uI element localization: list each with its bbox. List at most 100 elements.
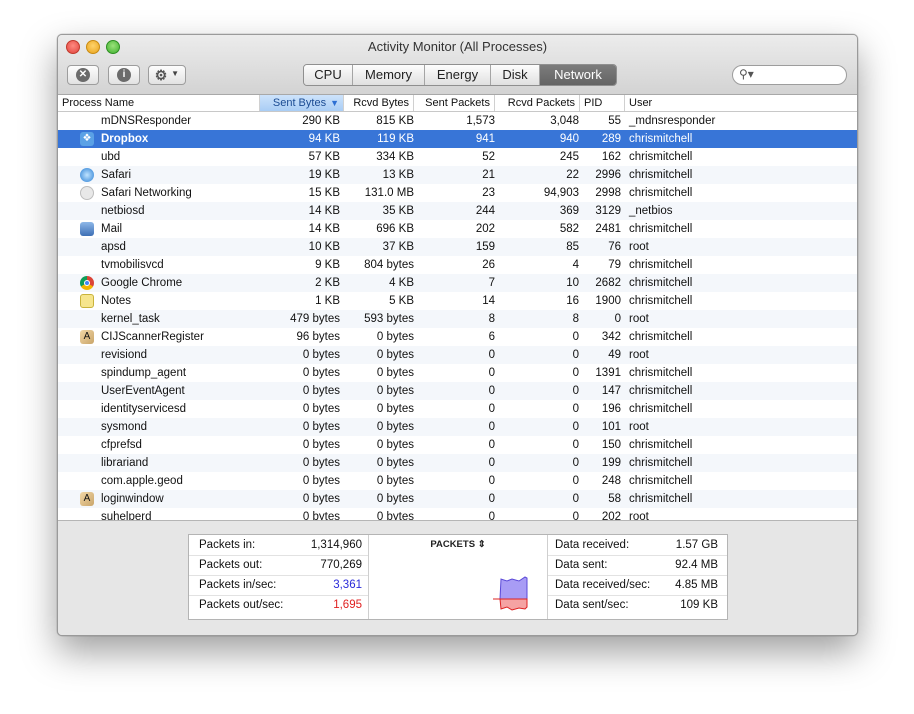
- rcvd-bytes-value: 37 KB: [382, 241, 414, 253]
- process-name: Safari: [101, 169, 132, 181]
- table-row[interactable]: ❖ Dropbox 94 KB 119 KB 941 940 289 chrismitchel…: [58, 130, 857, 148]
- search-field[interactable]: ⚲▾: [732, 65, 847, 85]
- rcvd-packets-value: 940: [559, 133, 579, 145]
- tab-memory[interactable]: Memory: [353, 65, 425, 85]
- column-header-sent-packets[interactable]: Sent Packets: [414, 95, 495, 111]
- tab-network[interactable]: Network: [540, 65, 616, 85]
- column-header-label: Sent Bytes: [272, 97, 327, 109]
- pid-value: 2998: [595, 187, 621, 199]
- rcvd-bytes-value: 0 bytes: [376, 331, 414, 343]
- rcvd-bytes-value: 0 bytes: [376, 421, 414, 433]
- rcvd-bytes-value: 815 KB: [376, 115, 414, 127]
- table-row[interactable]: Safari Networking 15 KB 131.0 MB 23 94,903 29…: [58, 184, 857, 202]
- graph-title: PACKETS: [430, 539, 476, 550]
- user-value: chrismitchell: [629, 457, 693, 469]
- user-value: root: [629, 421, 649, 433]
- sent-packets-value: 0: [488, 475, 495, 487]
- sent-packets-value: 14: [482, 295, 495, 307]
- process-name: cfprefsd: [101, 439, 142, 451]
- inspect-icon: i: [117, 68, 131, 82]
- sent-bytes-value: 290 KB: [302, 115, 340, 127]
- column-header-pid[interactable]: PID: [580, 95, 625, 111]
- rcvd-packets-value: 0: [572, 439, 579, 451]
- table-row[interactable]: Aloginwindow 0 bytes 0 bytes 0 0 58 chrismitch…: [58, 490, 857, 508]
- action-menu-button[interactable]: ⚙ ▼: [148, 65, 186, 85]
- table-row[interactable]: Mail 14 KB 696 KB 202 582 2481 chrismitchell: [58, 220, 857, 238]
- pid-value: 58: [608, 493, 621, 505]
- sent-packets-value: 244: [475, 205, 495, 217]
- table-row[interactable]: sysmond 0 bytes 0 bytes 0 0 101 root: [58, 418, 857, 436]
- network-stats-box: Packets in: 1,314,960 Packets out: 770,2…: [188, 534, 728, 620]
- stop-process-button[interactable]: ✕: [67, 65, 99, 85]
- packets-graph-selector[interactable]: PACKETS ⇕: [369, 539, 547, 550]
- sent-packets-value: 1,573: [466, 115, 495, 127]
- rcvd-packets-value: 10: [566, 277, 579, 289]
- search-icon: ⚲▾: [739, 67, 754, 81]
- stat-label: Packets in:: [199, 539, 256, 551]
- table-row[interactable]: com.apple.geod 0 bytes 0 bytes 0 0 248 chrismi…: [58, 472, 857, 490]
- stat-value: 770,269: [320, 559, 362, 571]
- table-row[interactable]: tvmobilisvcd 9 KB 804 bytes 26 4 79 chrismitch…: [58, 256, 857, 274]
- process-list: mDNSResponder 290 KB 815 KB 1,573 3,048 55 _md…: [58, 112, 857, 521]
- process-name: Google Chrome: [101, 277, 183, 289]
- column-header-rcvd-bytes[interactable]: Rcvd Bytes: [344, 95, 414, 111]
- tab-energy[interactable]: Energy: [425, 65, 491, 85]
- stat-label: Packets out/sec:: [199, 599, 284, 611]
- rcvd-bytes-value: 696 KB: [376, 223, 414, 235]
- rcvd-bytes-value: 0 bytes: [376, 403, 414, 415]
- table-row[interactable]: apsd 10 KB 37 KB 159 85 76 root: [58, 238, 857, 256]
- table-row[interactable]: Safari 19 KB 13 KB 21 22 2996 chrismitchell: [58, 166, 857, 184]
- user-value: chrismitchell: [629, 403, 693, 415]
- sent-bytes-value: 0 bytes: [302, 385, 340, 397]
- column-header-process-name[interactable]: Process Name: [58, 95, 260, 111]
- sent-bytes-value: 2 KB: [315, 277, 340, 289]
- stat-label: Data received/sec:: [555, 579, 651, 591]
- process-name: tvmobilisvcd: [101, 259, 164, 271]
- column-header-user[interactable]: User: [625, 95, 857, 111]
- sent-bytes-value: 1 KB: [315, 295, 340, 307]
- table-row[interactable]: cfprefsd 0 bytes 0 bytes 0 0 150 chrismitchell: [58, 436, 857, 454]
- tab-cpu[interactable]: CPU: [304, 65, 353, 85]
- table-row[interactable]: Google Chrome 2 KB 4 KB 7 10 2682 chrismitchel…: [58, 274, 857, 292]
- table-row[interactable]: ubd 57 KB 334 KB 52 245 162 chrismitchell: [58, 148, 857, 166]
- rcvd-bytes-value: 5 KB: [389, 295, 414, 307]
- pid-value: 0: [614, 313, 621, 325]
- rcvd-packets-value: 3,048: [550, 115, 579, 127]
- tab-disk[interactable]: Disk: [491, 65, 540, 85]
- table-row[interactable]: librariand 0 bytes 0 bytes 0 0 199 chrismitche…: [58, 454, 857, 472]
- table-row[interactable]: mDNSResponder 290 KB 815 KB 1,573 3,048 55 _md…: [58, 112, 857, 130]
- stat-value: 109 KB: [680, 599, 718, 611]
- user-value: _netbios: [629, 205, 673, 217]
- rcvd-bytes-value: 804 bytes: [364, 259, 414, 271]
- table-row[interactable]: spindump_agent 0 bytes 0 bytes 0 0 1391 chrism…: [58, 364, 857, 382]
- inspect-process-button[interactable]: i: [108, 65, 140, 85]
- user-value: chrismitchell: [629, 277, 693, 289]
- table-row[interactable]: netbiosd 14 KB 35 KB 244 369 3129 _netbios: [58, 202, 857, 220]
- rcvd-bytes-value: 593 bytes: [364, 313, 414, 325]
- stat-label: Packets in/sec:: [199, 579, 277, 591]
- process-name: revisiond: [101, 349, 148, 361]
- user-value: chrismitchell: [629, 331, 693, 343]
- column-header-rcvd-packets[interactable]: Rcvd Packets: [495, 95, 580, 111]
- up-down-arrows-icon: ⇕: [477, 539, 486, 550]
- table-row[interactable]: identityservicesd 0 bytes 0 bytes 0 0 196 chri…: [58, 400, 857, 418]
- table-row[interactable]: suhelperd 0 bytes 0 bytes 0 0 202 root: [58, 508, 857, 521]
- user-value: root: [629, 511, 649, 521]
- sent-bytes-value: 0 bytes: [302, 403, 340, 415]
- sent-bytes-value: 96 bytes: [296, 331, 340, 343]
- sent-packets-value: 23: [482, 187, 495, 199]
- column-header-sent-bytes[interactable]: Sent Bytes ▼: [260, 95, 344, 111]
- table-row[interactable]: kernel_task 479 bytes 593 bytes 8 8 0 root: [58, 310, 857, 328]
- rcvd-packets-value: 0: [572, 475, 579, 487]
- table-row[interactable]: A CIJScannerRegister 96 bytes 0 bytes 6 0 342 c…: [58, 328, 857, 346]
- table-row[interactable]: revisiond 0 bytes 0 bytes 0 0 49 root: [58, 346, 857, 364]
- stat-packets-in-per-sec: Packets in/sec: 3,361: [199, 575, 362, 595]
- user-value: chrismitchell: [629, 187, 693, 199]
- stat-packets-in: Packets in: 1,314,960: [199, 535, 362, 555]
- table-row[interactable]: Notes 1 KB 5 KB 14 16 1900 chrismitchell: [58, 292, 857, 310]
- pid-value: 199: [601, 457, 621, 469]
- user-value: chrismitchell: [629, 493, 693, 505]
- table-row[interactable]: UserEventAgent 0 bytes 0 bytes 0 0 147 chrismi…: [58, 382, 857, 400]
- sent-packets-value: 0: [488, 493, 495, 505]
- stat-label: Packets out:: [199, 559, 263, 571]
